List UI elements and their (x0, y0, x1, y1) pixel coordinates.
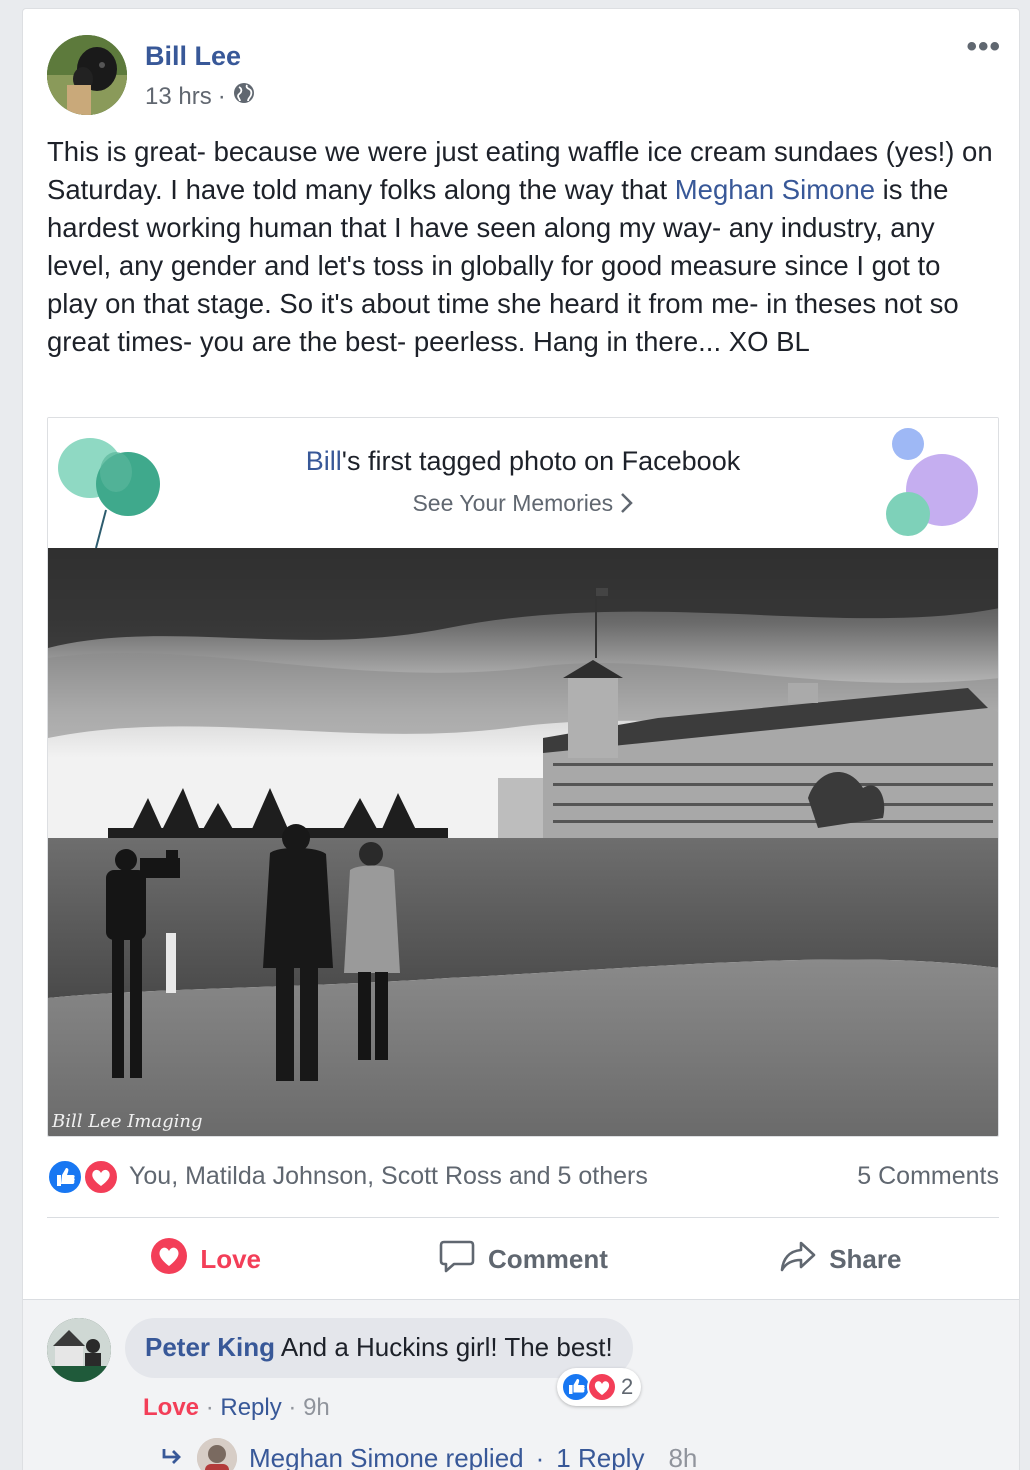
comment-icon (438, 1238, 476, 1281)
memory-header: Bill's first tagged photo on Facebook Se… (48, 418, 998, 548)
share-icon (779, 1239, 817, 1280)
divider (47, 1217, 999, 1218)
comments-count[interactable]: 5 Comments (857, 1162, 999, 1191)
post-author[interactable]: Bill Lee (145, 41, 241, 72)
meta-separator: · (217, 82, 226, 110)
reactions-summary: You, Matilda Johnson, Scott Ross and 5 o… (47, 1157, 999, 1197)
comment-time[interactable]: 9h (303, 1394, 330, 1421)
comment-text: And a Huckins girl! The best! (280, 1332, 613, 1362)
more-horizontal-icon[interactable]: ••• (966, 32, 1001, 62)
love-icon (587, 1372, 617, 1402)
globe-icon[interactable] (232, 81, 256, 112)
comment-label: Comment (488, 1243, 608, 1274)
replier-avatar (197, 1438, 237, 1470)
comment-button[interactable]: Comment (364, 1231, 681, 1287)
like-icon (561, 1372, 591, 1402)
comment-author[interactable]: Peter King (145, 1332, 275, 1362)
author-avatar[interactable] (47, 35, 127, 115)
comments-section: Peter King And a Huckins girl! The best!… (23, 1299, 1019, 1470)
love-button[interactable]: Love (47, 1231, 364, 1287)
post-time[interactable]: 13 hrs (145, 83, 212, 111)
replied-text: Meghan Simone replied (249, 1442, 524, 1470)
post-meta: 13 hrs · (145, 81, 256, 112)
memory-attachment[interactable]: Bill's first tagged photo on Facebook Se… (47, 417, 999, 1137)
replies-link[interactable]: Meghan Simone replied · 1 Reply 8h (161, 1438, 697, 1470)
share-button[interactable]: Share (682, 1231, 999, 1287)
reaction-icons[interactable] (47, 1159, 121, 1195)
memory-title: Bill's first tagged photo on Facebook (48, 446, 998, 477)
comment-reply-link[interactable]: Reply (220, 1394, 281, 1421)
comment-reactions[interactable]: 2 (557, 1368, 642, 1406)
see-memories-label: See Your Memories (412, 490, 614, 516)
post-text: This is great- because we were just eati… (47, 133, 997, 361)
reply-arrow-icon (161, 1443, 185, 1470)
bubbles-decoration (886, 428, 978, 536)
memory-title-rest: 's first tagged photo on Facebook (341, 446, 741, 476)
mention-link[interactable]: Meghan Simone (675, 174, 875, 205)
post-card: Bill Lee 13 hrs · ••• This is great- bec… (22, 8, 1020, 1470)
comment-separator: · (288, 1394, 297, 1421)
comment-actions: Love · Reply · 9h (143, 1394, 330, 1422)
love-icon (150, 1237, 188, 1282)
post-actions: Love Comment Share (47, 1231, 999, 1287)
reaction-names[interactable]: You, Matilda Johnson, Scott Ross and 5 o… (129, 1162, 648, 1191)
replied-separator: · (535, 1442, 545, 1470)
memory-name[interactable]: Bill (306, 446, 342, 476)
reply-time: 8h (668, 1442, 698, 1470)
comment-reaction-count: 2 (621, 1374, 634, 1399)
like-icon (47, 1159, 83, 1195)
comment-love-link[interactable]: Love (143, 1394, 199, 1421)
love-icon (83, 1159, 119, 1195)
commenter-avatar[interactable] (47, 1318, 111, 1382)
photo-watermark: Bill Lee Imaging (52, 1111, 203, 1132)
comment-bubble: Peter King And a Huckins girl! The best! (125, 1318, 633, 1378)
comment-separator: · (205, 1394, 214, 1421)
see-memories-link[interactable]: See Your Memories (48, 490, 998, 517)
chevron-right-icon (620, 490, 634, 516)
love-label: Love (200, 1243, 261, 1274)
reply-count: 1 Reply (556, 1442, 645, 1470)
share-label: Share (829, 1243, 902, 1274)
memory-photo[interactable]: Bill Lee Imaging (48, 548, 998, 1136)
